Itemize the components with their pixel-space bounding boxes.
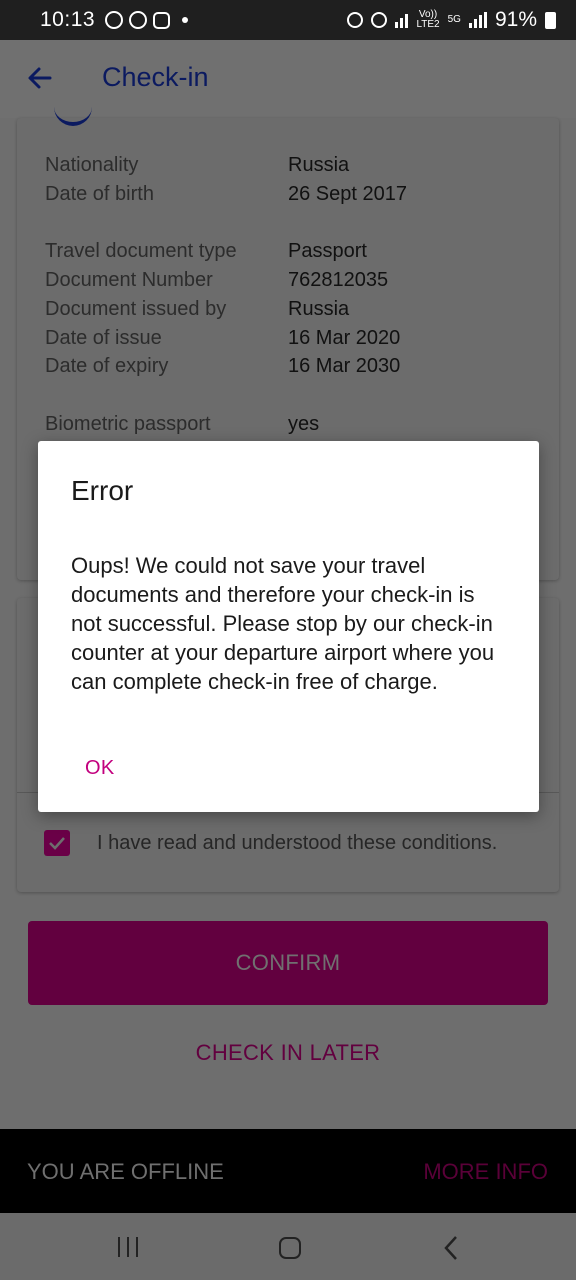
battery-icon bbox=[545, 11, 556, 29]
home-icon[interactable] bbox=[279, 1237, 301, 1259]
checkmark-icon bbox=[49, 837, 65, 850]
detail-label: Date of issue bbox=[45, 327, 162, 349]
status-time: 10:13 bbox=[40, 8, 96, 31]
alarm-icon bbox=[347, 12, 364, 28]
dialog-title: Error bbox=[71, 475, 134, 506]
detail-label: Document Number bbox=[45, 269, 213, 291]
detail-value: Russia bbox=[288, 154, 350, 176]
hotspot-icon bbox=[371, 12, 388, 28]
notification-icons bbox=[105, 11, 189, 29]
page-title: Check-in bbox=[102, 62, 209, 92]
offline-text: YOU ARE OFFLINE bbox=[27, 1159, 224, 1184]
detail-value: 762812035 bbox=[288, 269, 389, 291]
offline-banner: YOU ARE OFFLINE MORE INFO bbox=[0, 1129, 576, 1213]
battery-percent: 91% bbox=[494, 8, 537, 31]
system-icons: Vo)) LTE2 5G 91% bbox=[347, 8, 556, 32]
confirm-button[interactable]: CONFIRM bbox=[28, 921, 548, 1005]
conditions-checkbox[interactable] bbox=[44, 830, 70, 856]
detail-label: Biometric passport bbox=[45, 413, 211, 435]
detail-label: Travel document type bbox=[45, 240, 237, 262]
conditions-checkbox-label[interactable]: I have read and understood these conditi… bbox=[97, 832, 497, 855]
check-in-later-button[interactable]: CHECK IN LATER bbox=[0, 1040, 576, 1066]
detail-label: Date of expiry bbox=[45, 355, 169, 377]
detail-label: Date of birth bbox=[45, 183, 154, 205]
volte-icon: Vo)) LTE2 bbox=[416, 9, 440, 30]
system-back-icon[interactable] bbox=[440, 1235, 464, 1261]
signal-1-icon bbox=[395, 12, 409, 28]
error-dialog: Error Oups! We could not save your trave… bbox=[38, 441, 539, 812]
detail-value: 16 Mar 2020 bbox=[288, 327, 401, 349]
system-navigation-bar bbox=[0, 1213, 576, 1280]
dialog-ok-button[interactable]: OK bbox=[85, 757, 115, 780]
signal-2-icon bbox=[468, 12, 487, 28]
more-notifications-dot-icon bbox=[182, 17, 189, 23]
more-info-link[interactable]: MORE INFO bbox=[423, 1159, 548, 1185]
dialog-message: Oups! We could not save your travel docu… bbox=[71, 553, 495, 694]
detail-value: Passport bbox=[288, 240, 367, 262]
detail-value: Russia bbox=[288, 298, 350, 320]
5g-icon: 5G bbox=[447, 14, 461, 25]
detail-label: Document issued by bbox=[45, 298, 227, 320]
detail-value: 26 Sept 2017 bbox=[288, 183, 407, 205]
detail-value: yes bbox=[288, 413, 320, 435]
instagram-icon bbox=[153, 11, 171, 29]
detail-label: Nationality bbox=[45, 154, 139, 176]
avatar-icon bbox=[54, 88, 92, 126]
detail-value: 16 Mar 2030 bbox=[288, 355, 401, 377]
status-bar: 10:13 Vo)) LTE2 5G 91% bbox=[0, 0, 576, 40]
recent-apps-icon[interactable] bbox=[118, 1237, 140, 1257]
check-circle-icon bbox=[129, 11, 148, 29]
back-arrow-icon[interactable] bbox=[24, 62, 56, 94]
whatsapp-icon bbox=[105, 11, 124, 29]
